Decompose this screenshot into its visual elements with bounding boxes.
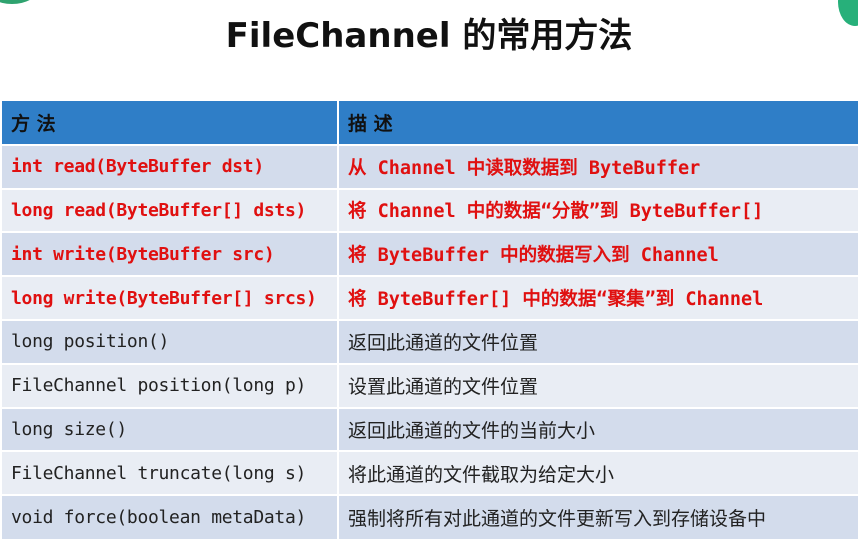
method-cell: FileChannel position(long p) (2, 362, 338, 408)
header-method: 方 法 (2, 101, 338, 146)
header-description: 描 述 (337, 101, 858, 146)
method-cell: FileChannel truncate(long s) (2, 450, 338, 496)
description-cell: 将 ByteBuffer 中的数据写入到 Channel (337, 231, 858, 277)
page-title: FileChannel 的常用方法 (225, 16, 633, 56)
table-row: int write(ByteBuffer src) 将 ByteBuffer 中… (2, 231, 858, 277)
table-row: long position() 返回此通道的文件位置 (2, 318, 858, 364)
table-header-row: 方 法 描 述 (2, 101, 858, 146)
description-cell: 设置此通道的文件位置 (337, 362, 858, 408)
table-row: FileChannel truncate(long s) 将此通道的文件截取为给… (2, 450, 858, 496)
description-cell: 强制将所有对此通道的文件更新写入到存储设备中 (337, 494, 858, 539)
description-cell: 返回此通道的文件位置 (337, 318, 858, 364)
description-cell: 从 Channel 中读取数据到 ByteBuffer (337, 143, 858, 189)
description-cell: 返回此通道的文件的当前大小 (337, 406, 858, 452)
table-row: long write(ByteBuffer[] srcs) 将 ByteBuff… (2, 275, 858, 320)
method-cell: long write(ByteBuffer[] srcs) (2, 275, 338, 320)
table-row: int read(ByteBuffer dst) 从 Channel 中读取数据… (2, 143, 858, 189)
table-row: FileChannel position(long p) 设置此通道的文件位置 (2, 362, 858, 408)
method-cell: long size() (2, 406, 338, 452)
method-cell: int write(ByteBuffer src) (2, 231, 338, 277)
table-row: long size() 返回此通道的文件的当前大小 (2, 406, 858, 452)
description-cell: 将此通道的文件截取为给定大小 (337, 450, 858, 496)
method-cell: void force(boolean metaData) (2, 494, 338, 539)
methods-table: 方 法 描 述 int read(ByteBuffer dst) 从 Chann… (2, 101, 858, 539)
method-cell: int read(ByteBuffer dst) (2, 143, 338, 189)
table-body: int read(ByteBuffer dst) 从 Channel 中读取数据… (2, 143, 858, 539)
decorative-corner-left (0, 0, 38, 4)
method-cell: long read(ByteBuffer[] dsts) (2, 187, 338, 233)
description-cell: 将 ByteBuffer[] 中的数据“聚集”到 Channel (337, 275, 858, 320)
table-row: long read(ByteBuffer[] dsts) 将 Channel 中… (2, 187, 858, 233)
method-cell: long position() (2, 318, 338, 364)
table-row: void force(boolean metaData) 强制将所有对此通道的文… (2, 494, 858, 539)
description-cell: 将 Channel 中的数据“分散”到 ByteBuffer[] (337, 187, 858, 233)
